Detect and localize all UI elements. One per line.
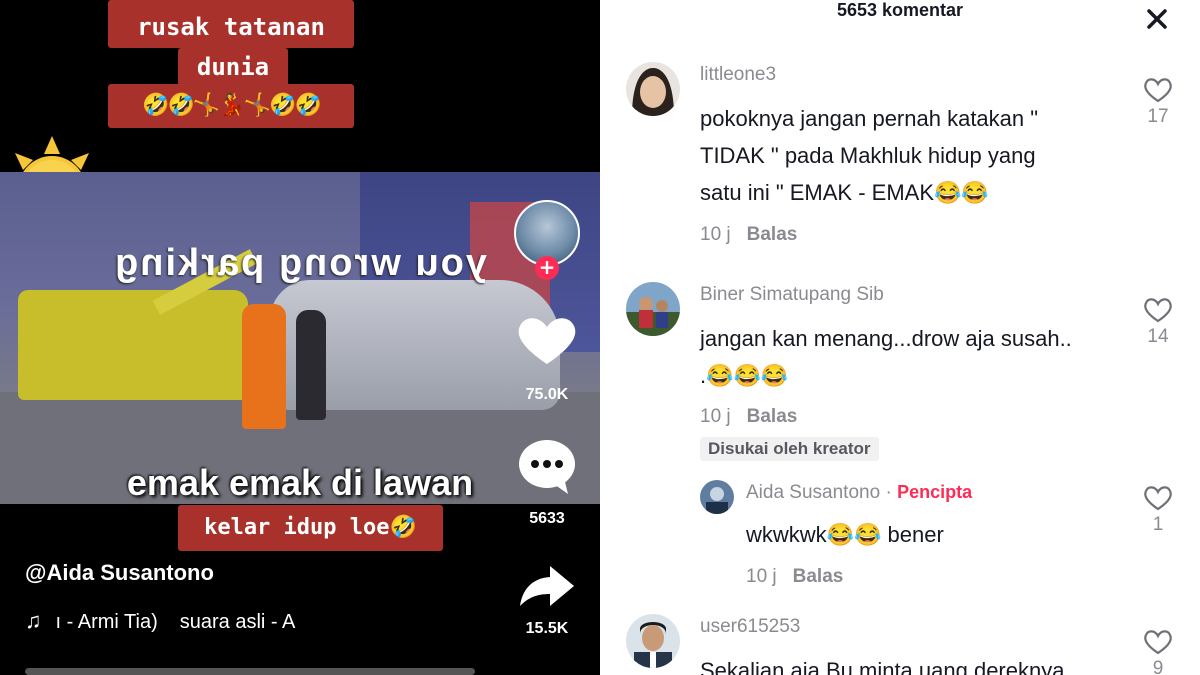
reply-button[interactable]: Balas bbox=[747, 224, 798, 245]
caption-bottom: kelar idup loe🤣 bbox=[178, 505, 443, 551]
caption-line-2: dunia bbox=[178, 48, 288, 86]
reply-button[interactable]: Balas bbox=[747, 406, 798, 427]
heart-outline-icon[interactable] bbox=[1138, 484, 1178, 512]
heart-outline-icon[interactable] bbox=[1138, 296, 1178, 324]
worker-figure bbox=[242, 304, 286, 429]
comment-text: wkwkwk😂😂 bener bbox=[746, 522, 944, 547]
caption-line-1: rusak tatanan bbox=[108, 0, 354, 48]
share-count: 15.5K bbox=[525, 620, 569, 637]
music-title-part1: ı - Armi Tia) bbox=[55, 611, 158, 633]
comment-meta: 10 j Balas bbox=[700, 224, 797, 246]
comment-username[interactable]: Biner Simatupang Sib bbox=[700, 284, 884, 306]
music-note-icon: ♫ bbox=[25, 608, 42, 633]
comment-like-count: 9 bbox=[1152, 658, 1164, 675]
creator-tag: Pencipta bbox=[897, 482, 973, 502]
share-icon[interactable] bbox=[510, 562, 584, 610]
liked-by-creator-badge: Disukai oleh kreator bbox=[700, 437, 879, 461]
avatar[interactable] bbox=[700, 480, 734, 514]
comment-time: 10 j bbox=[746, 566, 777, 587]
mirrored-overlay-text: you wrong parking bbox=[113, 242, 487, 284]
comments-title: 5653 komentar bbox=[836, 0, 964, 20]
avatar[interactable] bbox=[626, 62, 680, 116]
woman-figure bbox=[296, 310, 326, 420]
video-author[interactable]: @Aida Susantono bbox=[25, 560, 214, 586]
avatar[interactable] bbox=[626, 614, 680, 668]
comment-text: Sekalian aja Bu minta uang dereknya bbox=[700, 658, 1065, 675]
close-icon[interactable] bbox=[1142, 4, 1172, 34]
comment-username[interactable]: littleone3 bbox=[700, 64, 776, 86]
comment-username: Aida Susantono · Pencipta bbox=[746, 482, 973, 503]
video-player[interactable]: rusak tatanan dunia 🤣🤣🤸💃🤸🤣🤣 you wrong pa… bbox=[0, 0, 600, 675]
comment-username[interactable]: user615253 bbox=[700, 616, 800, 638]
comment-like-count: 1 bbox=[1152, 514, 1164, 535]
comment-text: pokoknya jangan pernah katakan " TIDAK "… bbox=[700, 106, 1039, 205]
comment-like-count: 17 bbox=[1147, 106, 1169, 127]
like-count: 75.0K bbox=[525, 386, 569, 403]
heart-outline-icon[interactable] bbox=[1138, 628, 1178, 656]
comments-panel: 5653 komentar littleone3 pokoknya jangan… bbox=[600, 0, 1200, 675]
comment-meta: 10 j Balas bbox=[700, 406, 797, 428]
avatar[interactable] bbox=[626, 282, 680, 336]
comment-count: 5633 bbox=[529, 510, 565, 527]
comment-text: jangan kan menang...drow aja susah.. .😂😂… bbox=[700, 326, 1072, 388]
follow-plus-icon[interactable]: + bbox=[535, 256, 559, 280]
caption-emoji-line: 🤣🤣🤸💃🤸🤣🤣 bbox=[108, 84, 354, 128]
reply-button[interactable]: Balas bbox=[793, 566, 844, 587]
comment-like-count: 14 bbox=[1147, 326, 1169, 347]
heart-icon[interactable] bbox=[510, 312, 584, 368]
comment-icon[interactable] bbox=[510, 438, 584, 496]
comment-time: 10 j bbox=[700, 406, 731, 427]
heart-outline-icon[interactable] bbox=[1138, 76, 1178, 104]
comment-meta: 10 j Balas bbox=[746, 566, 843, 588]
music-title-part2: suara asli - A bbox=[179, 611, 296, 633]
comment-time: 10 j bbox=[700, 224, 731, 245]
creator-separator: · bbox=[885, 482, 892, 503]
video-progress-bar[interactable] bbox=[25, 668, 475, 675]
tow-truck bbox=[18, 290, 248, 400]
music-info[interactable]: ♫ ı - Armi Tia) suara asli - A bbox=[25, 608, 295, 634]
